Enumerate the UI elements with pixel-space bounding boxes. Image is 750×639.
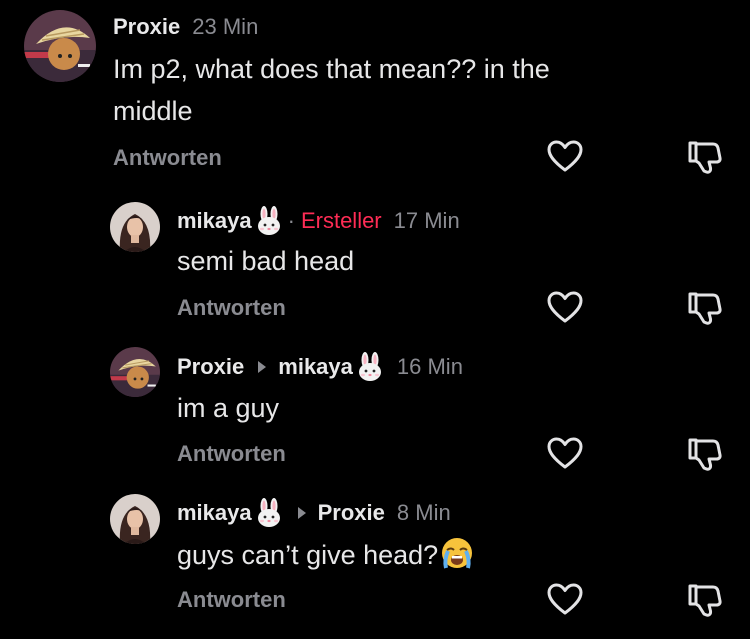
separator-dot: · [287, 208, 295, 233]
like-button[interactable] [545, 580, 585, 620]
dislike-button[interactable] [684, 137, 724, 177]
reply-arrow-icon [258, 361, 267, 373]
avatar[interactable] [110, 494, 160, 544]
comment-header: Proxie mikaya 16 Min [177, 352, 463, 382]
reply-button[interactable]: Antworten [177, 587, 286, 613]
reply-to-username[interactable]: mikaya [278, 354, 353, 380]
comment-text-container: guys can’t give head? [177, 534, 474, 576]
reply-arrow-icon [297, 507, 306, 519]
username[interactable]: Proxie [177, 354, 244, 380]
timestamp: 16 Min [396, 354, 463, 379]
creator-badge: Ersteller [300, 208, 382, 233]
heart-outline-icon [545, 288, 585, 328]
comment-header: Proxie 23 Min [113, 14, 258, 40]
like-button[interactable] [545, 288, 585, 328]
comment-header: mikaya Proxie 8 Min [177, 498, 451, 528]
thumbs-down-outline-icon [684, 580, 724, 620]
timestamp: 23 Min [192, 14, 259, 39]
rabbit-face-icon [254, 498, 284, 528]
dislike-button[interactable] [684, 434, 724, 474]
avatar[interactable] [24, 10, 96, 82]
like-button[interactable] [545, 137, 585, 177]
comment-text: im a guy [177, 393, 280, 423]
loudly-crying-face-icon [440, 536, 474, 570]
like-button[interactable] [545, 434, 585, 474]
thumbs-down-outline-icon [684, 434, 724, 474]
reply-to-username[interactable]: Proxie [318, 500, 385, 526]
rabbit-face-icon [355, 352, 385, 382]
thumbs-down-outline-icon [684, 288, 724, 328]
rabbit-face-icon [254, 206, 284, 236]
comment-header: mikaya · Ersteller 17 Min [177, 206, 460, 236]
reply-button[interactable]: Antworten [177, 295, 286, 321]
timestamp: 8 Min [396, 500, 451, 525]
dislike-button[interactable] [684, 288, 724, 328]
heart-outline-icon [545, 434, 585, 474]
avatar[interactable] [110, 347, 160, 397]
username[interactable]: mikaya [177, 500, 252, 526]
timestamp: 17 Min [393, 208, 460, 233]
reply-button[interactable]: Antworten [113, 145, 222, 171]
heart-outline-icon [545, 580, 585, 620]
thumbs-down-outline-icon [684, 137, 724, 177]
username[interactable]: mikaya [177, 208, 252, 234]
comment-text: guys can’t give head? [177, 540, 439, 570]
comment-text: Im p2, what does that mean?? in the midd… [113, 54, 550, 126]
heart-outline-icon [545, 137, 585, 177]
dislike-button[interactable] [684, 580, 724, 620]
username[interactable]: Proxie [113, 14, 180, 40]
comment-text: semi bad head [177, 246, 355, 276]
reply-button[interactable]: Antworten [177, 441, 286, 467]
avatar[interactable] [110, 202, 160, 252]
